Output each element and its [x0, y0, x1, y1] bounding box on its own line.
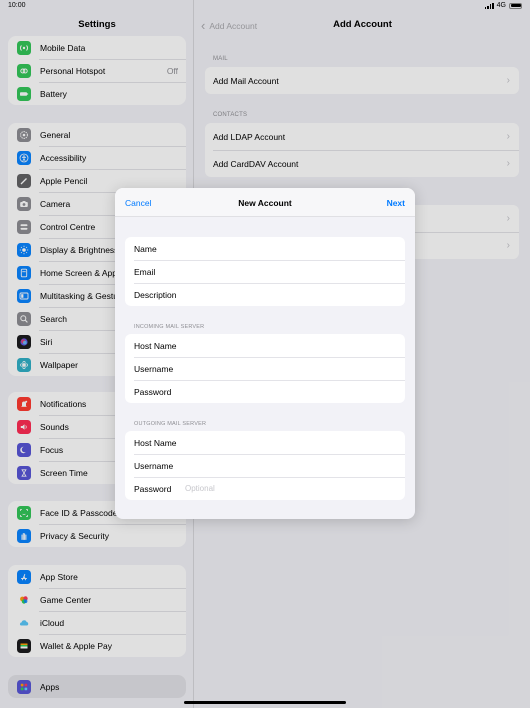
- new-account-sheet: Cancel New Account Next Name Email Descr…: [115, 188, 415, 519]
- description-field[interactable]: Description: [125, 283, 405, 306]
- sheet-title: New Account: [238, 198, 292, 208]
- incoming-host-name-field[interactable]: Host Name: [125, 334, 405, 357]
- home-indicator[interactable]: [184, 701, 346, 704]
- outgoing-server-section-label: OUTGOING MAIL SERVER: [134, 421, 207, 427]
- field-label: Host Name: [134, 437, 177, 448]
- name-field[interactable]: Name: [125, 237, 405, 260]
- field-label: Name: [134, 243, 157, 254]
- sheet-header: Cancel New Account Next: [115, 188, 415, 217]
- incoming-server-group: Host Name Username Password: [125, 334, 405, 403]
- outgoing-server-group: Host Name Username Password Optional: [125, 431, 405, 500]
- account-info-group: Name Email Description: [125, 237, 405, 306]
- incoming-username-field[interactable]: Username: [125, 357, 405, 380]
- password-placeholder: Optional: [185, 484, 215, 493]
- field-label: Description: [134, 289, 177, 300]
- field-label: Username: [134, 460, 174, 471]
- email-field[interactable]: Email: [125, 260, 405, 283]
- incoming-password-field[interactable]: Password: [125, 380, 405, 403]
- field-label: Host Name: [134, 340, 177, 351]
- field-label: Password: [134, 386, 172, 397]
- status-time: 10:00: [8, 2, 26, 9]
- battery-status-icon: [509, 2, 522, 9]
- outgoing-password-field[interactable]: Password Optional: [125, 477, 405, 500]
- screen: Settings Mobile Data Personal Hotspot Of…: [0, 0, 530, 708]
- status-bar: 10:00 4G: [0, 0, 530, 12]
- field-label: Email: [134, 266, 156, 277]
- outgoing-host-name-field[interactable]: Host Name: [125, 431, 405, 454]
- network-type: 4G: [496, 2, 506, 9]
- field-label: Password: [134, 483, 172, 494]
- signal-icon: [484, 2, 494, 9]
- status-right: 4G: [484, 2, 522, 9]
- incoming-server-section-label: INCOMING MAIL SERVER: [134, 324, 205, 330]
- field-label: Username: [134, 363, 174, 374]
- next-button[interactable]: Next: [387, 198, 405, 208]
- outgoing-username-field[interactable]: Username: [125, 454, 405, 477]
